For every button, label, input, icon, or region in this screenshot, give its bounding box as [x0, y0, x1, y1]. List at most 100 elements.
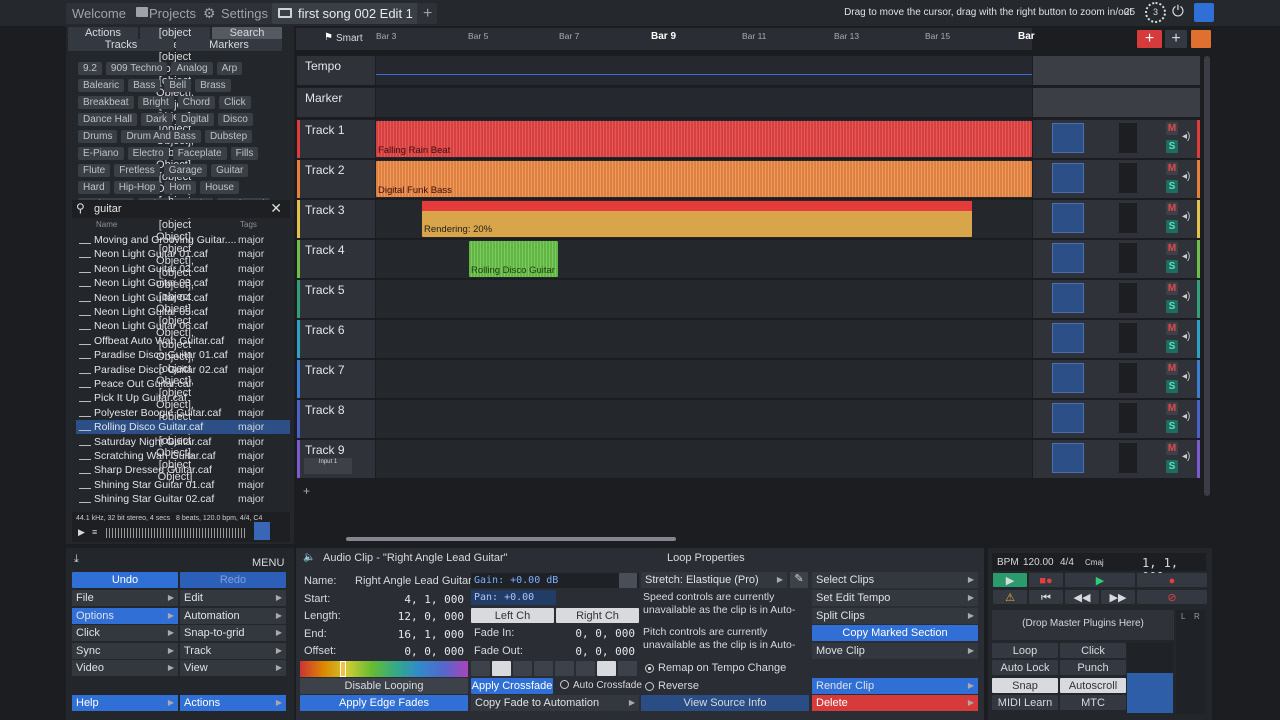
file-row[interactable]: Sharp Dressed Guitar.caf major — [76, 463, 290, 477]
new-tab-button[interactable]: + — [417, 3, 437, 24]
clip-digital-funk-bass[interactable]: Digital Funk Bass — [376, 161, 1032, 197]
undo-button[interactable]: Undo — [72, 572, 178, 588]
menu-track[interactable]: Track ▶ — [180, 642, 286, 659]
track-header[interactable]: Track 3 — [297, 200, 375, 238]
tag-chip[interactable]: Hard — [78, 181, 110, 194]
click-button[interactable]: Click — [1060, 643, 1126, 658]
browser-files-tab[interactable]: [object Object],[object Object],[object … — [140, 27, 210, 483]
file-row[interactable]: Neon Light Guitar 03.caf major — [76, 276, 290, 290]
input-selector[interactable]: Input 1 — [304, 458, 352, 474]
mute-button[interactable]: M — [1166, 402, 1178, 415]
speaker-icon[interactable]: ◂) — [1182, 211, 1190, 222]
track-plugin-slot[interactable] — [1052, 363, 1084, 393]
track-header[interactable]: Track 8 — [297, 400, 375, 438]
speaker-icon[interactable]: ◂) — [1182, 371, 1190, 382]
track-header[interactable]: Track 6 — [297, 320, 375, 358]
file-row[interactable]: Paradise Disco Guitar 02.caf major — [76, 363, 290, 377]
file-row[interactable]: Shining Star Guitar 01.caf major — [76, 478, 290, 492]
fade-shape-button[interactable] — [492, 661, 511, 676]
track-header[interactable]: Track 7 — [297, 360, 375, 398]
solo-button[interactable]: S — [1166, 420, 1178, 433]
fade-shape-button[interactable] — [471, 661, 490, 676]
tag-chip[interactable]: Bright — [137, 96, 174, 109]
fade-shape-button[interactable] — [576, 661, 595, 676]
apply-edge-fades-button[interactable]: Apply Edge Fades — [300, 695, 468, 711]
tag-chip[interactable]: Fretless — [114, 164, 160, 177]
tempo-display[interactable]: BPM 120.00 4/4 Cmaj 1, 1, 000 — [992, 553, 1206, 584]
master-plugins-area[interactable]: (Drop Master Plugins Here) — [992, 610, 1174, 640]
copy-marked-section-button[interactable]: Copy Marked Section — [812, 625, 978, 641]
track-lane[interactable] — [376, 400, 1032, 438]
record-loop-button[interactable]: ■● — [1029, 573, 1063, 587]
fade-shape-button[interactable] — [597, 661, 616, 676]
horizontal-scrollbar[interactable] — [346, 537, 676, 541]
track-plugin-slot[interactable] — [1052, 443, 1084, 473]
menu-snap-to-grid[interactable]: Snap-to-grid ▶ — [180, 625, 286, 642]
delete-menu[interactable]: Delete ▶ — [812, 695, 978, 711]
disable-looping-button[interactable]: Disable Looping — [300, 678, 468, 694]
marker-track[interactable]: Marker — [297, 88, 375, 117]
tag-chip[interactable]: Balearic — [78, 79, 125, 92]
mute-button[interactable]: M — [1166, 442, 1178, 455]
track-header[interactable]: Track 2 — [297, 160, 375, 198]
file-row[interactable]: Neon Light Guitar 02.caf major — [76, 262, 290, 276]
record-button[interactable]: ● — [1137, 573, 1207, 587]
solo-button[interactable]: S — [1166, 460, 1178, 473]
speaker-icon[interactable]: ◂) — [1182, 251, 1190, 262]
file-row[interactable]: Polyester Boogie Guitar.caf major — [76, 406, 290, 420]
loop-button[interactable]: Loop — [992, 643, 1058, 658]
menu-click[interactable]: Click ▶ — [72, 625, 178, 642]
mute-icon[interactable] — [619, 573, 637, 588]
search-box[interactable]: ⚲ guitar ✕ — [72, 200, 290, 218]
bpm-value[interactable]: 120.00 — [1023, 557, 1054, 568]
track-plugin-slot[interactable] — [1052, 283, 1084, 313]
file-row[interactable]: Neon Light Guitar 01.caf major — [76, 247, 290, 261]
track-lane[interactable] — [376, 280, 1032, 318]
start-value[interactable]: 4, 1, 000 — [360, 593, 464, 606]
tag-chip[interactable]: E-Piano — [78, 147, 124, 160]
rewind-button[interactable]: ◀◀ — [1065, 590, 1099, 604]
tag-chip[interactable]: Fills — [230, 147, 259, 160]
smart-label[interactable]: Smart — [336, 33, 363, 44]
track-plugin-slot[interactable] — [1052, 323, 1084, 353]
fade-shape-button[interactable] — [555, 661, 574, 676]
solo-button[interactable]: S — [1166, 220, 1178, 233]
play-icon[interactable]: ▶ — [78, 527, 85, 538]
redo-button[interactable]: Redo — [180, 572, 286, 588]
tag-chip[interactable]: Faceplate — [172, 147, 227, 160]
track-plugin-slot[interactable] — [1052, 123, 1084, 153]
mute-button[interactable]: M — [1166, 362, 1178, 375]
menu-file[interactable]: File ▶ — [72, 590, 178, 606]
tag-chip[interactable]: Digital — [176, 113, 214, 126]
add-track-button[interactable]: + — [1137, 30, 1162, 48]
track-lane[interactable] — [376, 320, 1032, 358]
browser-actions-tab[interactable]: Actions — [68, 27, 138, 39]
pan-field[interactable]: Pan: +0.00 — [471, 590, 556, 605]
list-icon[interactable]: ≡ — [92, 527, 97, 537]
file-row[interactable]: Scratching Wah Guitar.caf major — [76, 449, 290, 463]
tag-chip[interactable]: Guitar — [211, 164, 249, 177]
file-row[interactable]: Pick It Up Guitar.caf major — [76, 391, 290, 405]
actions-menu[interactable]: Actions ▶ — [180, 695, 286, 711]
help-menu[interactable]: Help ▶ — [72, 695, 178, 711]
clip-name-field[interactable]: Right Angle Lead Guitar — [355, 575, 472, 587]
tag-chip[interactable]: Click — [218, 96, 251, 109]
fade-out-value[interactable]: 0, 0, 000 — [535, 645, 635, 658]
clip-rolling-disco-guitar[interactable]: Rolling Disco Guitar — [469, 241, 558, 277]
tag-chip[interactable]: 909 Techno — [105, 62, 168, 75]
tag-chip[interactable]: Electro — [127, 147, 169, 160]
menu-view[interactable]: View ▶ — [180, 660, 286, 677]
warning-icon[interactable]: ⚠ — [993, 590, 1027, 604]
apply-crossfade-button[interactable]: Apply Crossfade — [471, 678, 553, 694]
solo-button[interactable]: S — [1166, 180, 1178, 193]
clear-search-icon[interactable]: ✕ — [270, 200, 282, 217]
tag-chip[interactable]: Flute — [78, 164, 111, 177]
right-channel-button[interactable]: Right Ch — [556, 608, 639, 623]
menu-video[interactable]: Video ▶ — [72, 660, 178, 677]
mute-button[interactable]: M — [1166, 242, 1178, 255]
tag-chip[interactable]: Analog — [171, 62, 213, 75]
file-row[interactable]: Shining Star Guitar 02.caf major — [76, 492, 290, 506]
record-settings-icon[interactable] — [1191, 30, 1211, 48]
browser-markers-tab[interactable]: Markers — [176, 39, 282, 51]
loop-play-button[interactable]: ▶ — [993, 573, 1027, 587]
